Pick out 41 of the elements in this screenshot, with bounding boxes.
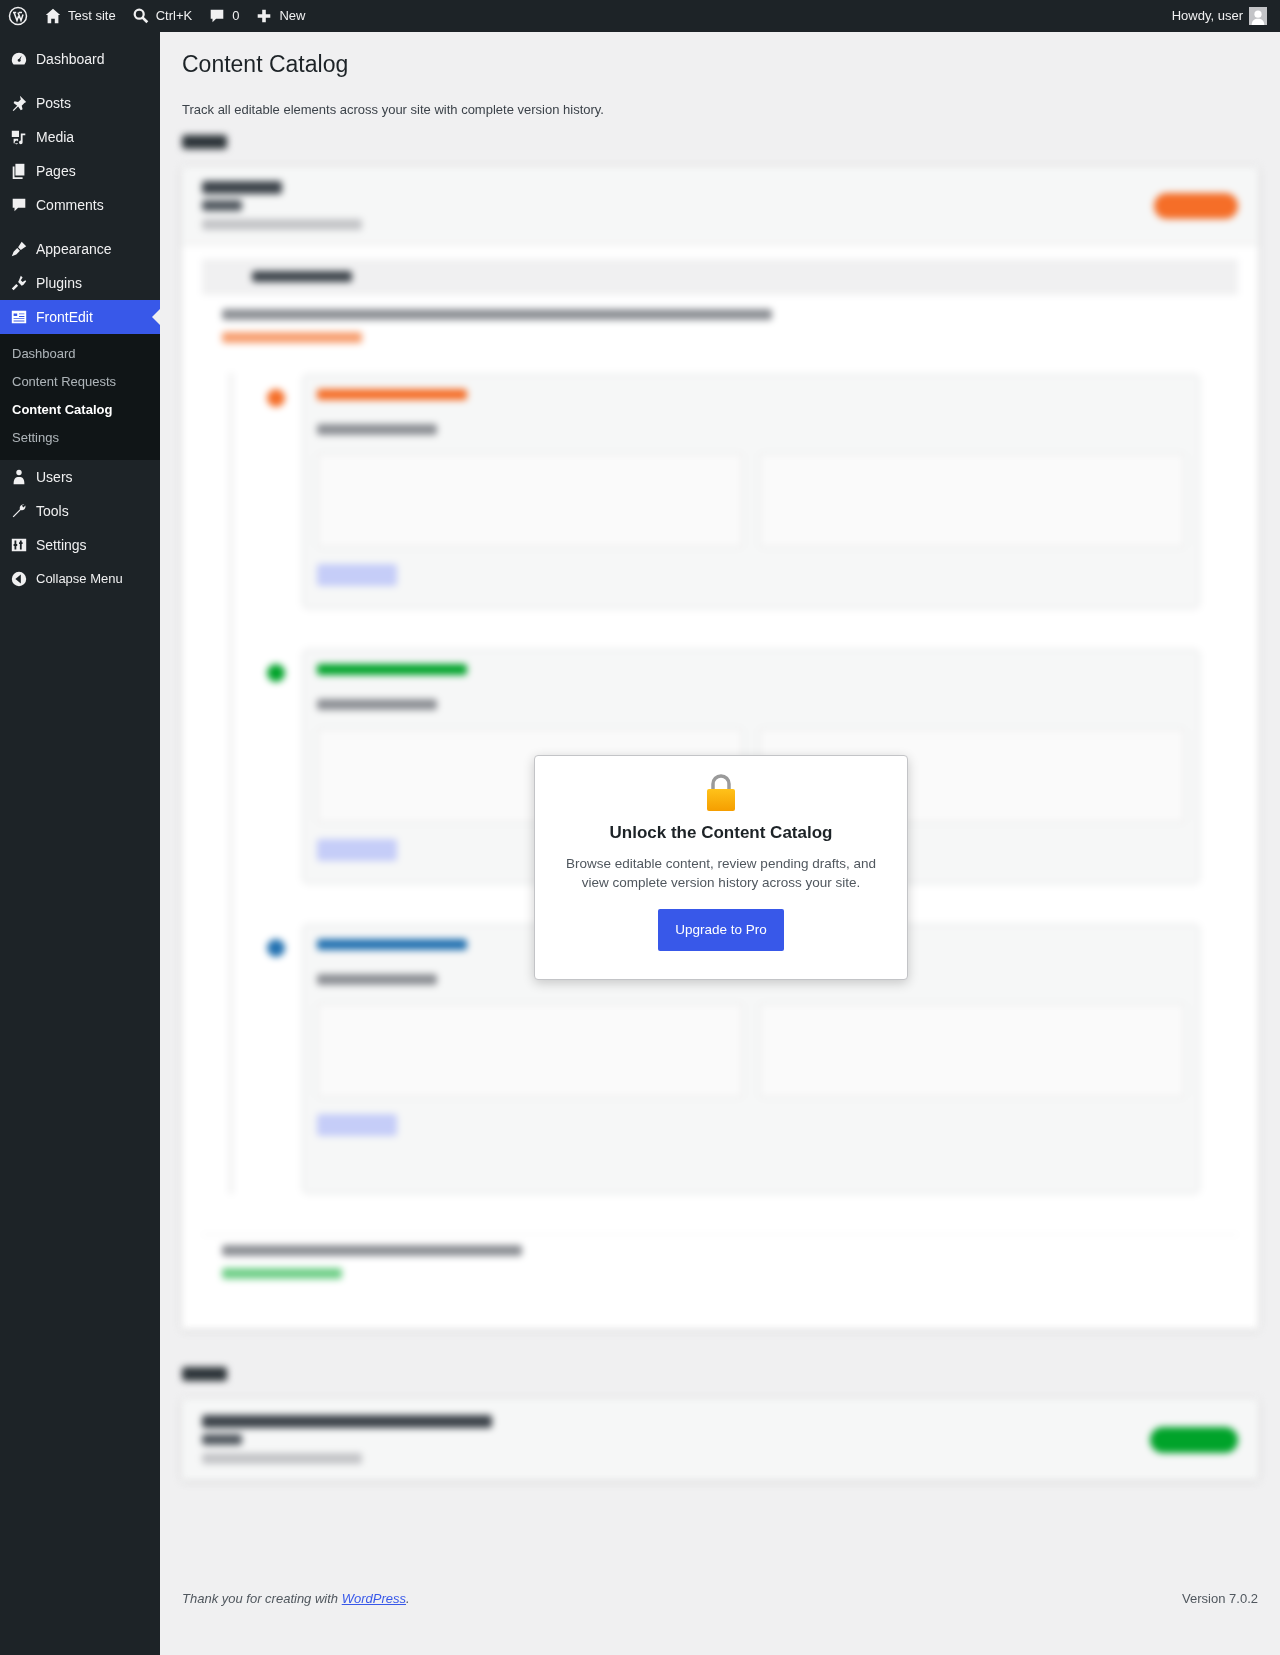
menu-item[interactable]: FrontEdit: [0, 300, 160, 334]
menu-item[interactable]: Posts: [0, 86, 160, 120]
dialog-title: Unlock the Content Catalog: [608, 822, 834, 844]
media-icon: [10, 128, 28, 146]
version-text: Version 7.0.2: [1182, 1590, 1258, 1609]
menu-item[interactable]: Media: [0, 120, 160, 154]
site-link[interactable]: Test site: [68, 6, 116, 26]
menu-item[interactable]: Dashboard: [0, 42, 160, 76]
layout-icon: [10, 308, 28, 326]
collapse-menu-button[interactable]: Collapse Menu: [0, 562, 160, 596]
submenu-item[interactable]: Dashboard: [0, 340, 160, 368]
menu-item[interactable]: Tools: [0, 494, 160, 528]
pushpin-icon: [10, 94, 28, 112]
search-icon: [131, 7, 150, 25]
menu-item[interactable]: Plugins: [0, 266, 160, 300]
menu-item[interactable]: Users: [0, 460, 160, 494]
menu-item[interactable]: Pages: [0, 154, 160, 188]
menu-item[interactable]: Comments: [0, 188, 160, 222]
wrench-icon: [10, 502, 28, 520]
avatar-icon: [1249, 7, 1267, 25]
padlock-icon: [706, 774, 736, 812]
comments-link[interactable]: 0: [232, 6, 240, 26]
menu-item[interactable]: Settings: [0, 528, 160, 562]
page-title: Content Catalog: [182, 50, 350, 79]
upgrade-button[interactable]: Upgrade to Pro: [658, 908, 784, 951]
submenu-item[interactable]: Content Requests: [0, 368, 160, 396]
page-description: Track all editable elements across your site with complete version history.: [182, 100, 605, 119]
plug-icon: [10, 274, 28, 292]
new-content-link[interactable]: New: [279, 6, 306, 26]
menu-item[interactable]: Appearance: [0, 232, 160, 266]
search-shortcut[interactable]: Ctrl+K: [155, 6, 193, 26]
dialog-text: Browse editable content, review pending drafts, and view complete version history across your site.: [565, 854, 877, 893]
home-icon: [44, 7, 62, 25]
paintbrush-icon: [10, 240, 28, 258]
sliders-icon: [10, 536, 28, 554]
submenu-item[interactable]: Content Catalog: [0, 396, 160, 424]
submenu-item[interactable]: Settings: [0, 424, 160, 452]
wordpress-logo-icon: [8, 6, 28, 26]
greeting-link[interactable]: Howdy, user: [1171, 6, 1243, 26]
wordpress-link[interactable]: WordPress: [341, 1591, 406, 1607]
footer-credit: Thank you for creating with WordPress.: [182, 1590, 410, 1609]
